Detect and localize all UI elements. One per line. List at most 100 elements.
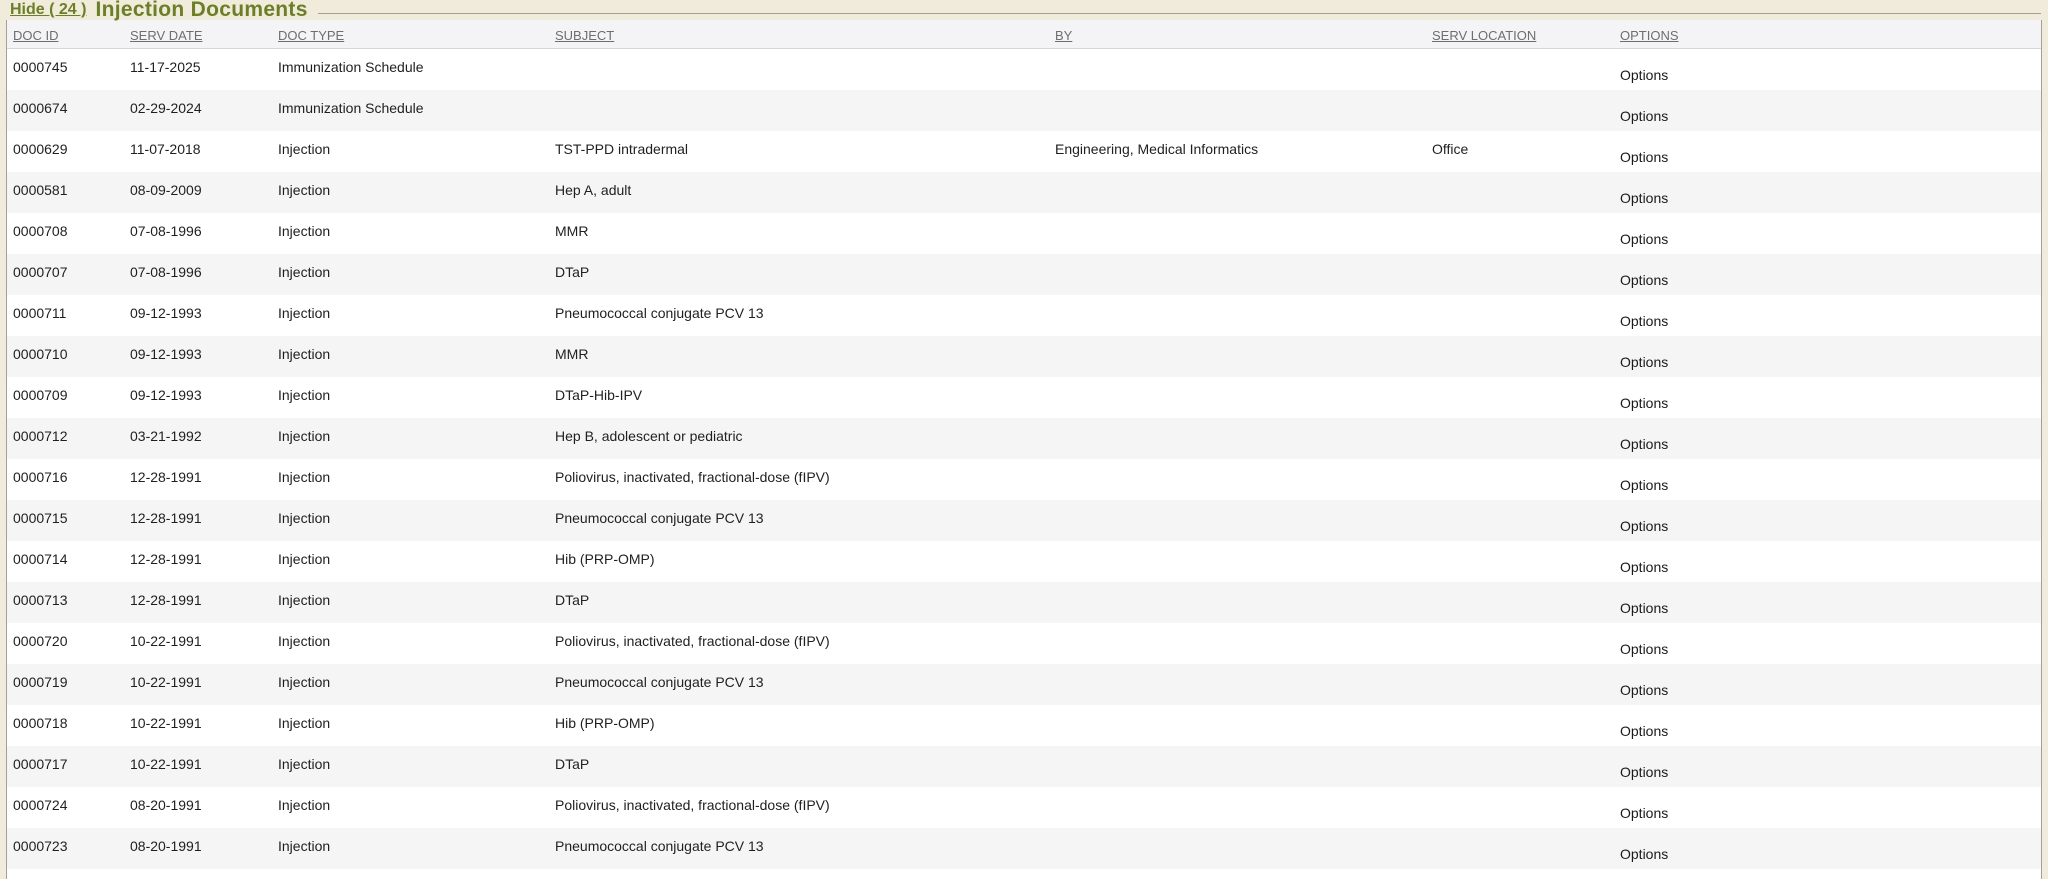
cell-doc-id: 0000710 <box>7 336 124 377</box>
cell-serv-location <box>1426 582 1614 623</box>
hide-toggle-link[interactable]: Hide ( 24 ) <box>10 1 86 19</box>
row-options-button[interactable]: Options <box>1620 641 1668 657</box>
cell-by <box>1049 377 1426 418</box>
cell-doc-id: 0000674 <box>7 90 124 131</box>
documents-table: DOC ID SERV DATE DOC TYPE SUBJECT BY SER… <box>7 20 2041 869</box>
cell-options: Options <box>1614 90 2041 131</box>
column-header-subject[interactable]: SUBJECT <box>549 20 1049 49</box>
row-options-button[interactable]: Options <box>1620 723 1668 739</box>
table-row: 0000710 09-12-1993 Injection MMR Options <box>7 336 2041 377</box>
cell-serv-location <box>1426 828 1614 869</box>
column-header-serv-date[interactable]: SERV DATE <box>124 20 272 49</box>
cell-doc-id: 0000724 <box>7 787 124 828</box>
cell-doc-id: 0000720 <box>7 623 124 664</box>
table-row: 0000674 02-29-2024 Immunization Schedule… <box>7 90 2041 131</box>
column-header-serv-location[interactable]: SERV LOCATION <box>1426 20 1614 49</box>
table-row: 0000723 08-20-1991 Injection Pneumococca… <box>7 828 2041 869</box>
cell-subject: DTaP <box>549 254 1049 295</box>
row-options-button[interactable]: Options <box>1620 477 1668 493</box>
cell-doc-type: Injection <box>272 582 549 623</box>
table-row: 0000713 12-28-1991 Injection DTaP Option… <box>7 582 2041 623</box>
table-row: 0000714 12-28-1991 Injection Hib (PRP-OM… <box>7 541 2041 582</box>
table-row: 0000707 07-08-1996 Injection DTaP Option… <box>7 254 2041 295</box>
row-options-button[interactable]: Options <box>1620 149 1668 165</box>
cell-by <box>1049 418 1426 459</box>
cell-options: Options <box>1614 787 2041 828</box>
cell-serv-date: 12-28-1991 <box>124 541 272 582</box>
cell-serv-date: 10-22-1991 <box>124 746 272 787</box>
cell-doc-type: Injection <box>272 254 549 295</box>
cell-serv-location <box>1426 664 1614 705</box>
row-options-button[interactable]: Options <box>1620 313 1668 329</box>
cell-serv-date: 10-22-1991 <box>124 664 272 705</box>
row-options-button[interactable]: Options <box>1620 354 1668 370</box>
cell-options: Options <box>1614 746 2041 787</box>
cell-doc-type: Injection <box>272 295 549 336</box>
row-options-button[interactable]: Options <box>1620 67 1668 83</box>
cell-serv-date: 08-20-1991 <box>124 787 272 828</box>
cell-serv-location <box>1426 172 1614 213</box>
row-options-button[interactable]: Options <box>1620 190 1668 206</box>
cell-options: Options <box>1614 459 2041 500</box>
cell-options: Options <box>1614 131 2041 172</box>
column-header-doc-type[interactable]: DOC TYPE <box>272 20 549 49</box>
column-header-options[interactable]: OPTIONS <box>1614 20 2041 49</box>
cell-serv-location <box>1426 254 1614 295</box>
cell-serv-date: 03-21-1992 <box>124 418 272 459</box>
cell-serv-date: 09-12-1993 <box>124 336 272 377</box>
column-header-doc-id[interactable]: DOC ID <box>7 20 124 49</box>
row-options-button[interactable]: Options <box>1620 764 1668 780</box>
cell-doc-id: 0000718 <box>7 705 124 746</box>
table-row: 0000711 09-12-1993 Injection Pneumococca… <box>7 295 2041 336</box>
table-row: 0000745 11-17-2025 Immunization Schedule… <box>7 49 2041 91</box>
row-options-button[interactable]: Options <box>1620 559 1668 575</box>
cell-serv-date: 11-07-2018 <box>124 131 272 172</box>
cell-serv-location <box>1426 377 1614 418</box>
cell-subject <box>549 90 1049 131</box>
row-options-button[interactable]: Options <box>1620 231 1668 247</box>
cell-doc-type: Injection <box>272 418 549 459</box>
row-options-button[interactable]: Options <box>1620 518 1668 534</box>
row-options-button[interactable]: Options <box>1620 272 1668 288</box>
cell-subject: TST-PPD intradermal <box>549 131 1049 172</box>
cell-serv-location <box>1426 213 1614 254</box>
cell-options: Options <box>1614 541 2041 582</box>
cell-subject: Pneumococcal conjugate PCV 13 <box>549 664 1049 705</box>
row-options-button[interactable]: Options <box>1620 682 1668 698</box>
cell-serv-location <box>1426 295 1614 336</box>
cell-doc-id: 0000707 <box>7 254 124 295</box>
cell-doc-type: Injection <box>272 459 549 500</box>
column-header-by[interactable]: BY <box>1049 20 1426 49</box>
row-options-button[interactable]: Options <box>1620 600 1668 616</box>
cell-doc-id: 0000716 <box>7 459 124 500</box>
cell-serv-date: 10-22-1991 <box>124 705 272 746</box>
table-row: 0000581 08-09-2009 Injection Hep A, adul… <box>7 172 2041 213</box>
cell-doc-id: 0000717 <box>7 746 124 787</box>
cell-serv-date: 12-28-1991 <box>124 459 272 500</box>
cell-by <box>1049 90 1426 131</box>
cell-serv-date: 07-08-1996 <box>124 254 272 295</box>
cell-serv-location <box>1426 500 1614 541</box>
cell-options: Options <box>1614 623 2041 664</box>
table-row: 0000718 10-22-1991 Injection Hib (PRP-OM… <box>7 705 2041 746</box>
table-row: 0000720 10-22-1991 Injection Poliovirus,… <box>7 623 2041 664</box>
cell-serv-location <box>1426 90 1614 131</box>
cell-doc-type: Injection <box>272 336 549 377</box>
cell-subject: DTaP-Hib-IPV <box>549 377 1049 418</box>
cell-doc-id: 0000714 <box>7 541 124 582</box>
row-options-button[interactable]: Options <box>1620 805 1668 821</box>
cell-doc-id: 0000711 <box>7 295 124 336</box>
cell-doc-id: 0000723 <box>7 828 124 869</box>
cell-doc-type: Injection <box>272 500 549 541</box>
cell-by <box>1049 500 1426 541</box>
cell-options: Options <box>1614 828 2041 869</box>
cell-doc-type: Injection <box>272 623 549 664</box>
cell-serv-date: 08-20-1991 <box>124 828 272 869</box>
row-options-button[interactable]: Options <box>1620 846 1668 862</box>
cell-by <box>1049 787 1426 828</box>
cell-subject: DTaP <box>549 582 1049 623</box>
row-options-button[interactable]: Options <box>1620 108 1668 124</box>
cell-by <box>1049 295 1426 336</box>
row-options-button[interactable]: Options <box>1620 395 1668 411</box>
row-options-button[interactable]: Options <box>1620 436 1668 452</box>
